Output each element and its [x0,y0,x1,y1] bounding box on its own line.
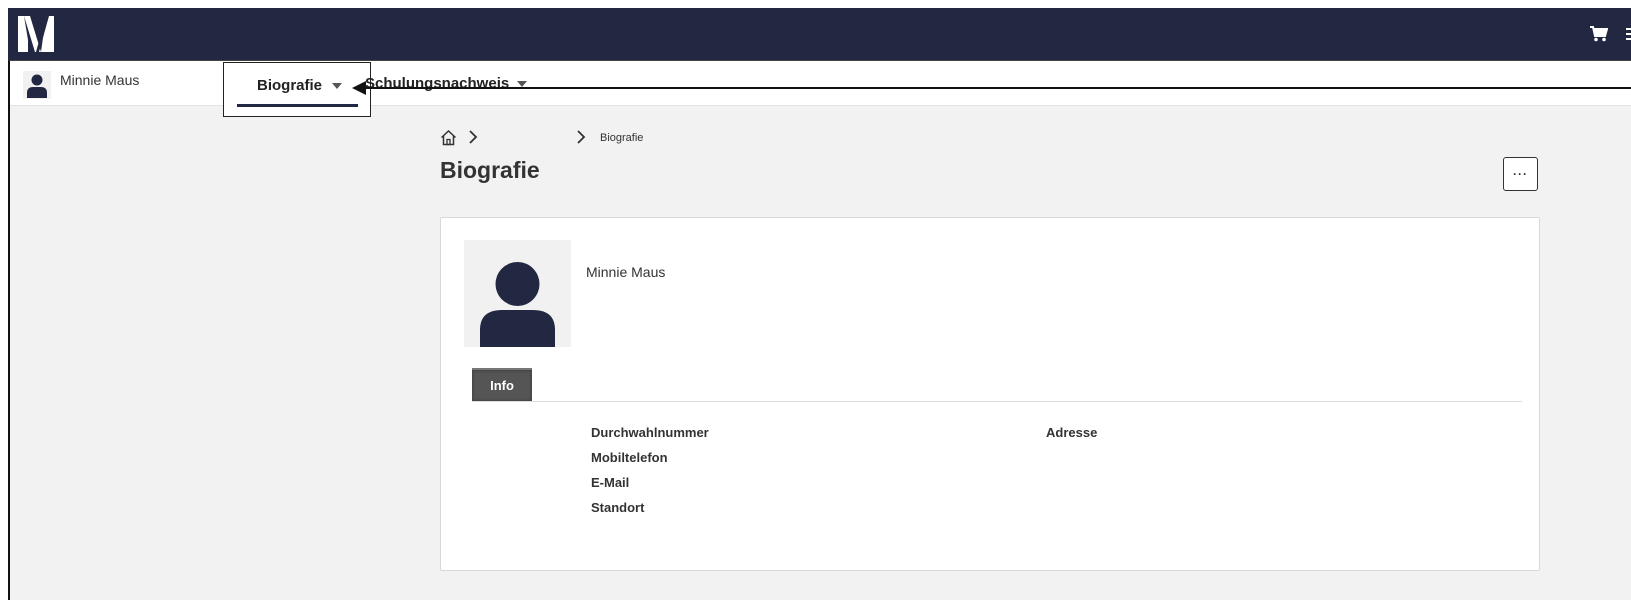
page-title: Biografie [440,157,540,183]
brand-logo-icon[interactable] [17,14,57,54]
tab-info[interactable]: Info [472,368,532,401]
active-tab-indicator [237,104,358,107]
breadcrumb-current: Biografie [600,132,644,144]
field-label-mobiltelefon: Mobiltelefon [591,450,668,465]
caret-down-icon [332,83,342,89]
field-label-standort: Standort [591,500,645,515]
profile-name: Minnie Maus [586,264,666,280]
annotation-arrow [352,81,1631,95]
tab-biografie[interactable]: Biografie [223,62,371,117]
profile-card: Minnie Maus Info Durchwahlnummer Mobilte… [440,217,1540,571]
field-label-adresse: Adresse [1046,425,1098,440]
tabs-divider [472,401,1522,402]
top-bar [8,8,1631,60]
field-label-email: E-Mail [591,475,630,490]
cart-icon[interactable] [1590,26,1608,42]
chevron-right-icon [577,130,586,144]
user-name[interactable]: Minnie Maus [60,72,139,88]
home-icon[interactable] [440,129,457,146]
chevron-right-icon [469,130,478,144]
user-avatar-icon[interactable] [23,71,51,99]
tab-biografie-label: Biografie [257,77,323,94]
field-label-durchwahlnummer: Durchwahlnummer [591,425,709,440]
more-options-button[interactable]: ··· [1503,157,1538,191]
page: Minnie Maus Biografie Schulungsnachweis [0,0,1631,600]
profile-photo[interactable] [464,240,571,347]
menu-icon[interactable] [1626,28,1631,40]
